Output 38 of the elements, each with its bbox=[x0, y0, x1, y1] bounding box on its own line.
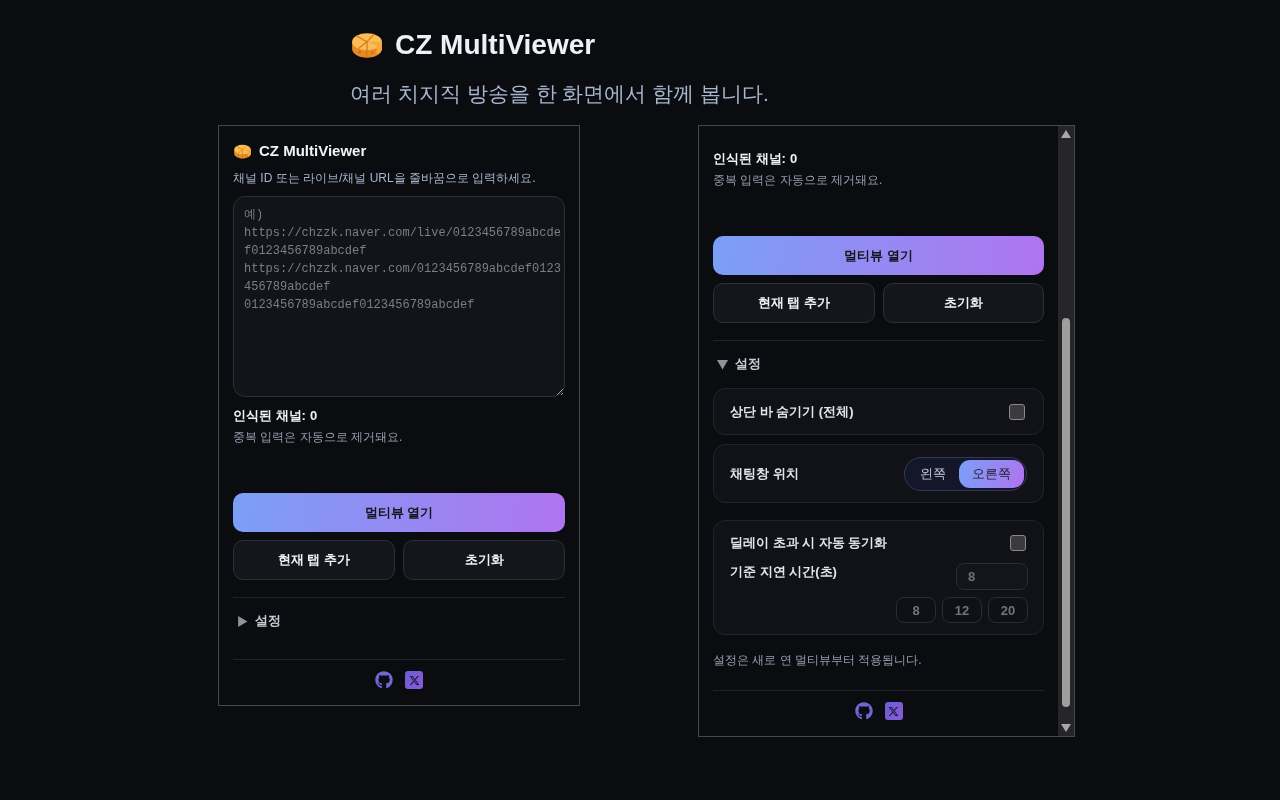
checkbox[interactable] bbox=[1009, 403, 1025, 420]
scroll-down-arrow-icon[interactable] bbox=[1061, 724, 1071, 732]
action-button[interactable]: 초기화 bbox=[882, 283, 1044, 323]
open-multiview-button[interactable]: 멀티뷰 열기 bbox=[713, 236, 1044, 275]
dedupe-note: 중복 입력은 자동으로 제거돼요. bbox=[233, 429, 404, 445]
channel-input-field[interactable]: 예) https://chzzk.naver.com/live/0123456789abcdef0123456789abcdef https://chzzk.naver.com/0123456789abcdef0123456789abcdef 0123456789abcdef0123456789abcdef bbox=[233, 196, 565, 397]
checkbox[interactable] bbox=[1010, 535, 1026, 551]
x-logo-icon[interactable] bbox=[884, 702, 903, 720]
scrollbar[interactable] bbox=[1058, 126, 1074, 736]
channel-count: 0 bbox=[789, 150, 798, 168]
settings-footnote: 설정은 새로 연 멀티뷰부터 적용됩니다. bbox=[713, 652, 923, 668]
github-icon[interactable] bbox=[375, 671, 393, 689]
segment-option[interactable]: 왼쪽 bbox=[907, 459, 959, 488]
action-button[interactable]: 초기화 bbox=[403, 540, 565, 580]
setting-label: 상단 바 숨기기 (전체) bbox=[730, 402, 854, 421]
scrollbar-thumb[interactable] bbox=[1062, 318, 1070, 707]
open-multiview-button[interactable]: 멀티뷰 열기 bbox=[233, 493, 565, 532]
dedupe-note: 중복 입력은 자동으로 제거돼요. bbox=[713, 172, 884, 188]
settings-toggle[interactable]: 설정 bbox=[713, 355, 761, 373]
setting-label: 기준 지연 시간(초) bbox=[730, 563, 837, 581]
github-icon[interactable] bbox=[854, 702, 873, 720]
channel-count: 0 bbox=[309, 407, 318, 425]
action-button[interactable]: 현재 탭 추가 bbox=[713, 283, 875, 323]
settings-toggle[interactable]: 설정 bbox=[233, 612, 281, 630]
app-title: CZ MultiViewer bbox=[395, 28, 596, 62]
setting-label: 딜레이 초과 시 자동 동기화 bbox=[730, 534, 888, 552]
setting-label: 채팅창 위치 bbox=[730, 464, 799, 483]
segment-option[interactable]: 오른쪽 bbox=[959, 459, 1024, 488]
channel-count-label: 인식된 채널: bbox=[713, 150, 786, 168]
scroll-up-arrow-icon[interactable] bbox=[1061, 130, 1071, 138]
channel-count-label: 인식된 채널: bbox=[233, 407, 306, 425]
action-button[interactable]: 현재 탭 추가 bbox=[233, 540, 395, 580]
x-logo-icon[interactable] bbox=[405, 671, 423, 689]
app-subtitle: 여러 치지직 방송을 한 화면에서 함께 봅니다. bbox=[350, 81, 770, 107]
cheese-icon bbox=[233, 142, 252, 160]
popup-title: CZ MultiViewer bbox=[259, 141, 367, 161]
input-hint: 채널 ID 또는 라이브/채널 URL을 줄바꿈으로 입력하세요. bbox=[233, 170, 537, 186]
cheese-icon bbox=[350, 30, 384, 60]
